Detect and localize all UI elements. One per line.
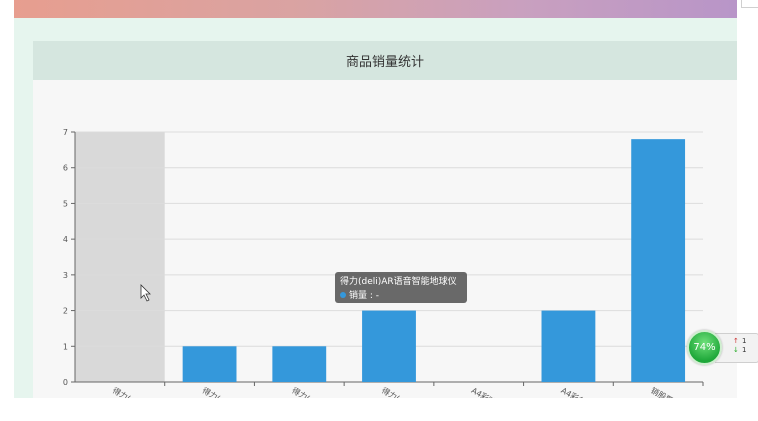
upload-arrow-icon: ↑ — [733, 337, 739, 345]
y-tick-label: 4 — [63, 235, 68, 244]
x-tick-label: 得力(deli.. — [290, 385, 328, 398]
download-value: 1 — [742, 346, 747, 354]
x-tick-label: A4彩喷.. — [470, 385, 502, 398]
y-tick-label: 2 — [63, 307, 68, 316]
panel-title: 商品销量统计 — [33, 41, 737, 80]
tooltip-series-dot — [340, 292, 346, 298]
chart-tooltip: 得力(deli)AR语音智能地球仪销量 : - — [335, 272, 467, 303]
bar[interactable] — [362, 310, 416, 382]
y-tick-label: 5 — [63, 199, 68, 208]
y-tick-label: 1 — [63, 342, 68, 351]
y-tick-label: 0 — [63, 378, 68, 387]
x-tick-label: 得力(del.. — [201, 385, 238, 398]
bar-chart[interactable]: 0 1 2 3 4 5 6 7 得力(del.. 得力(del.. 得力(deli.. 得力(del.… — [33, 80, 737, 413]
y-tick-label: 6 — [63, 164, 68, 173]
bar[interactable] — [541, 310, 596, 382]
memory-usage-badge[interactable]: 74% — [687, 330, 722, 365]
tooltip-value: 销量 : - — [349, 289, 379, 301]
tooltip-title: 得力(deli)AR语音智能地球仪 — [340, 275, 457, 287]
y-tick-label: 3 — [63, 271, 68, 280]
hover-highlight-band — [75, 132, 165, 382]
network-speed-widget[interactable]: ↑ 1 ↓ 1 74% — [687, 330, 758, 365]
bar[interactable] — [272, 346, 327, 382]
chart-area: 0 1 2 3 4 5 6 7 得力(del.. 得力(del.. 得力(deli.. 得力(del.… — [33, 80, 737, 413]
x-tick-label: 销股票打.. — [649, 385, 686, 398]
x-tick-label: 得力(del.. — [380, 385, 417, 398]
bar[interactable] — [631, 139, 686, 382]
corner-frame — [741, 0, 758, 8]
x-tick-label: A4彩色.. — [559, 385, 591, 398]
y-tick-label: 7 — [63, 128, 68, 137]
top-gradient-bar — [14, 0, 737, 18]
download-arrow-icon: ↓ — [733, 346, 739, 354]
chart-panel: 商品销量统计 0 1 2 3 4 5 6 7 得力(del.. 得力(del.. 得力(deli..… — [33, 41, 737, 413]
x-tick-label: 得力(del.. — [111, 385, 148, 398]
bar[interactable] — [182, 346, 237, 382]
upload-value: 1 — [742, 337, 747, 345]
